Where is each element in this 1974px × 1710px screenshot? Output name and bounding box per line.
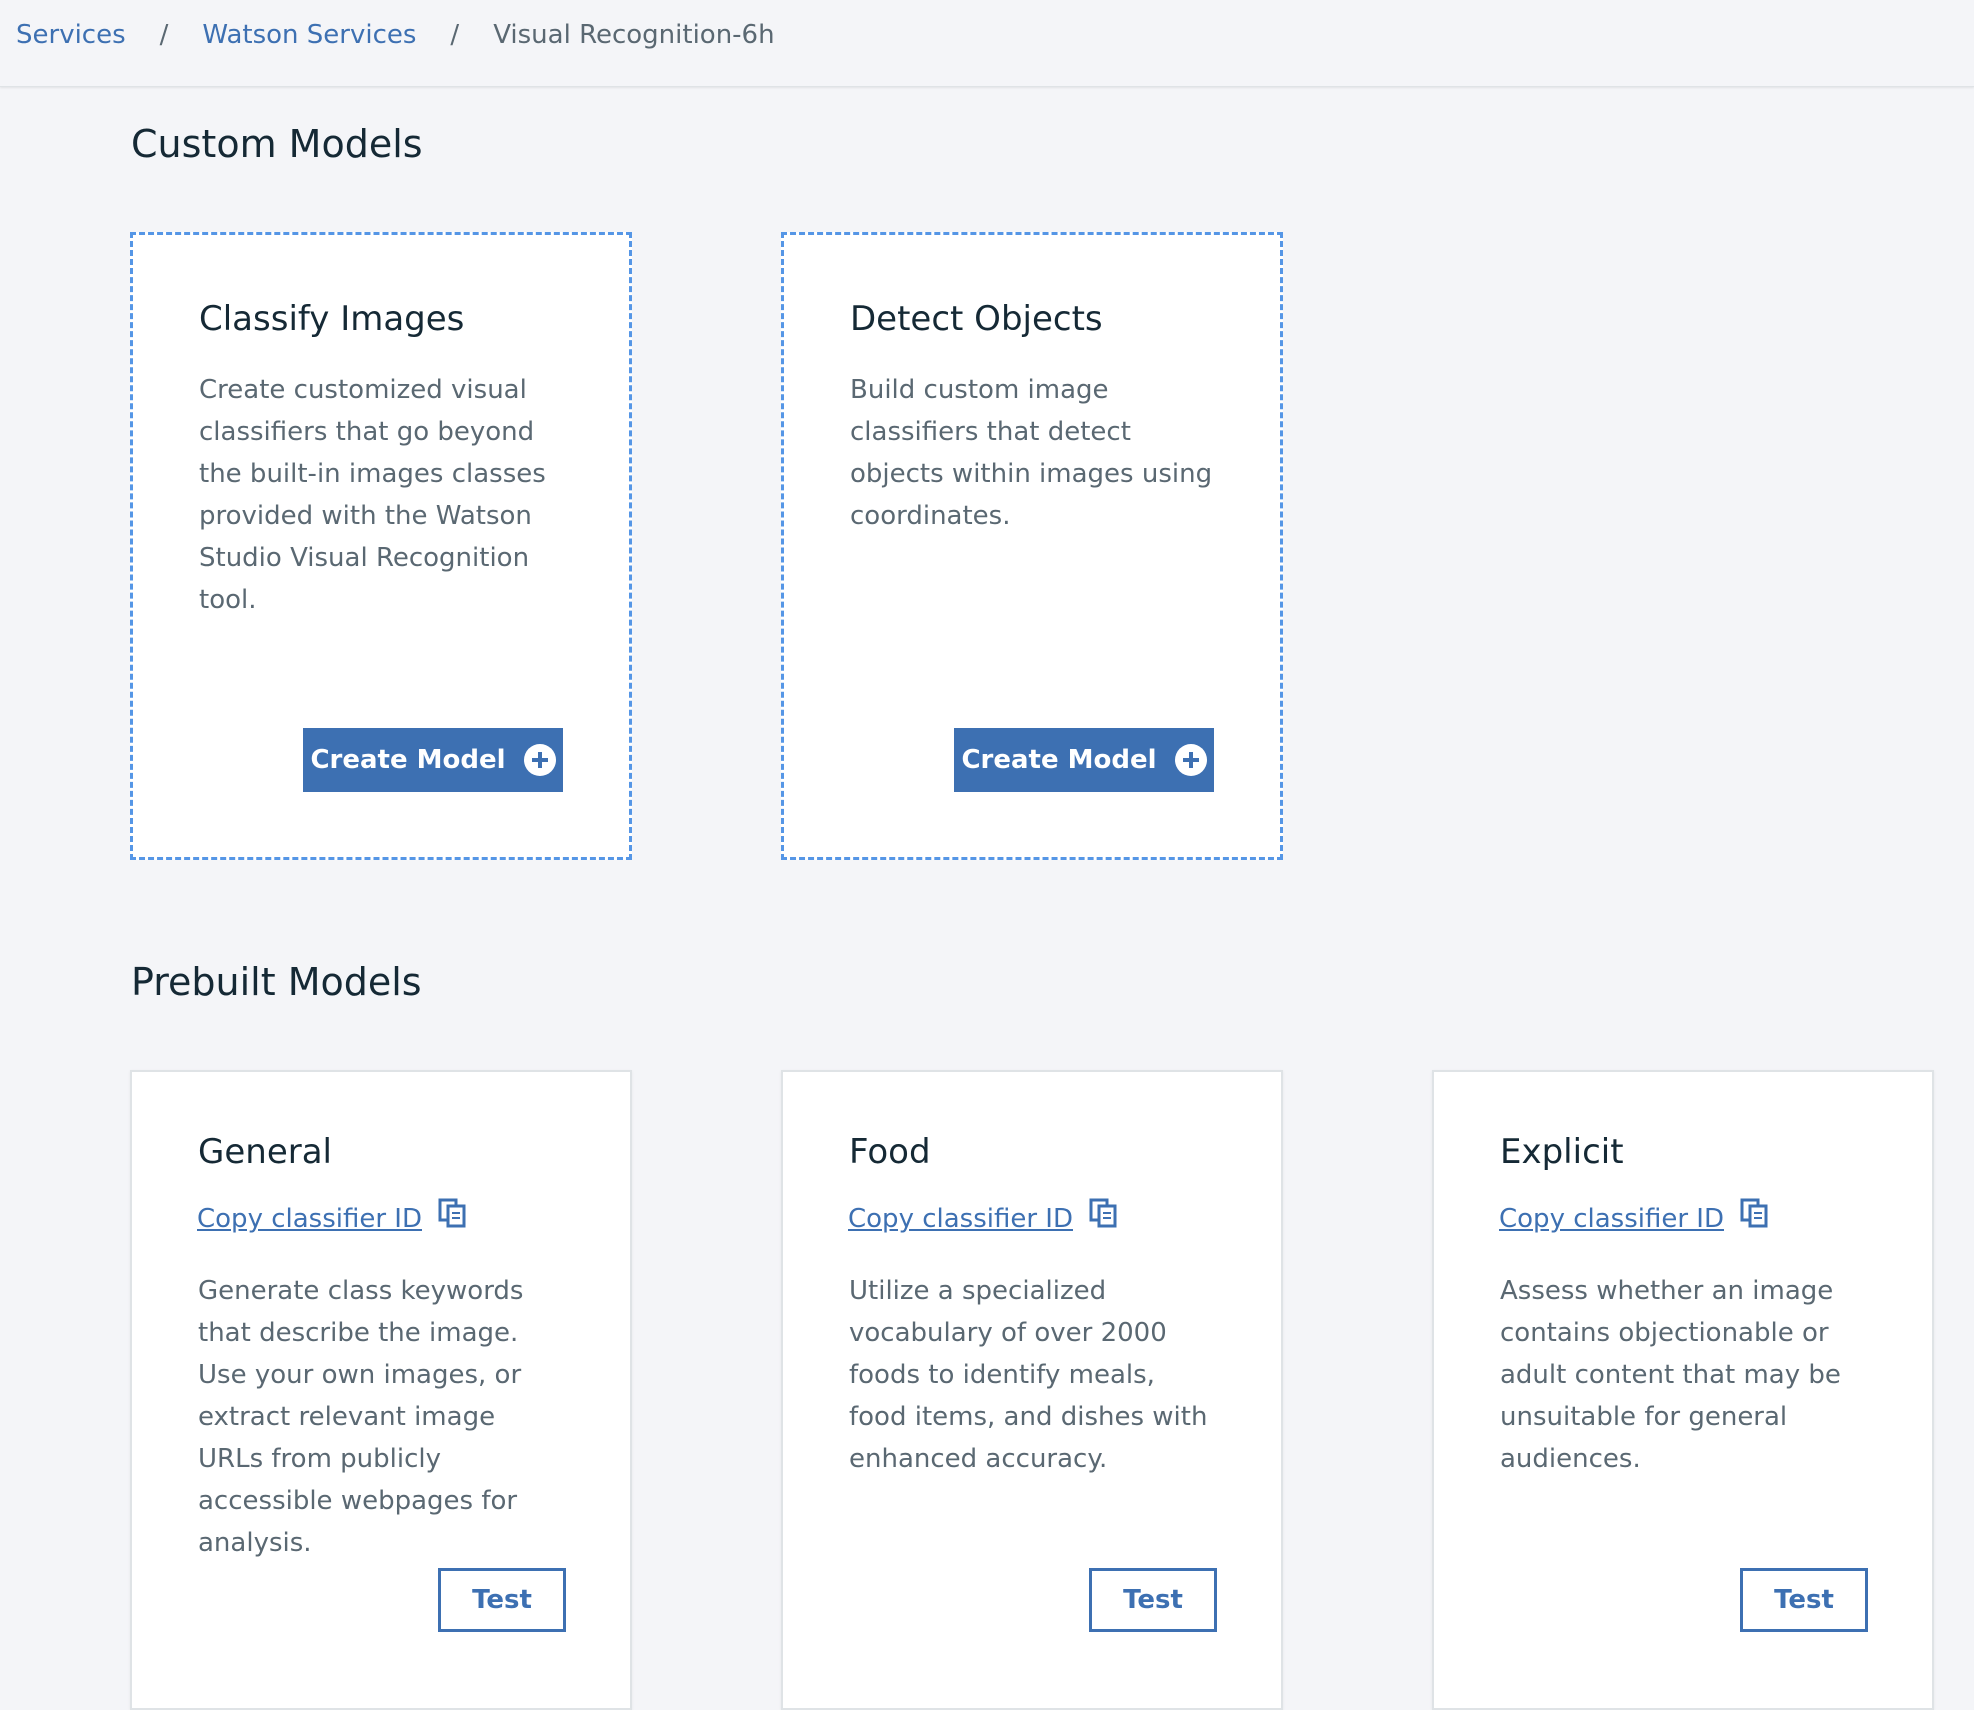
card-title: Food <box>849 1132 931 1172</box>
breadcrumb: Services / Watson Services / Visual Reco… <box>16 18 775 52</box>
prebuilt-model-card-general: General Copy classifier ID Generate clas… <box>130 1070 632 1710</box>
breadcrumb-separator: / <box>159 20 169 50</box>
copy-classifier-row: Copy classifier ID <box>197 1198 466 1236</box>
test-button-general[interactable]: Test <box>438 1568 566 1632</box>
card-description: Utilize a specialized vocabulary of over… <box>849 1276 1208 1474</box>
top-bar: Services / Watson Services / Visual Reco… <box>0 0 1974 87</box>
create-model-label: Create Model <box>310 745 506 775</box>
plus-circle-icon <box>1174 744 1207 776</box>
create-model-button-classify-images[interactable]: Create Model <box>303 728 563 792</box>
plus-circle-icon <box>523 744 556 776</box>
copy-classifier-id-link[interactable]: Copy classifier ID <box>848 1202 1073 1236</box>
card-description: Assess whether an image contains objecti… <box>1500 1276 1841 1474</box>
section-title-prebuilt-models: Prebuilt Models <box>131 960 422 1004</box>
card-description: Build custom image classifiers that dete… <box>850 375 1213 531</box>
create-model-label: Create Model <box>961 745 1157 775</box>
breadcrumb-link-services[interactable]: Services <box>16 18 126 52</box>
prebuilt-model-card-explicit: Explicit Copy classifier ID Assess wheth… <box>1432 1070 1934 1710</box>
custom-model-card-classify-images: Classify Images Create customized visual… <box>130 232 632 860</box>
card-title: Detect Objects <box>850 299 1103 339</box>
test-button-explicit[interactable]: Test <box>1740 1568 1868 1632</box>
breadcrumb-current: Visual Recognition-6h <box>493 20 775 50</box>
breadcrumb-link-watson-services[interactable]: Watson Services <box>202 18 416 52</box>
card-title: Classify Images <box>199 299 465 339</box>
custom-model-card-detect-objects: Detect Objects Build custom image classi… <box>781 232 1283 860</box>
copy-icon[interactable] <box>1740 1198 1768 1228</box>
copy-classifier-id-link[interactable]: Copy classifier ID <box>197 1202 422 1236</box>
prebuilt-model-card-food: Food Copy classifier ID Utilize a specia… <box>781 1070 1283 1710</box>
breadcrumb-separator: / <box>450 20 460 50</box>
card-title: General <box>198 1132 332 1172</box>
test-button-food[interactable]: Test <box>1089 1568 1217 1632</box>
section-title-custom-models: Custom Models <box>131 122 423 166</box>
copy-icon[interactable] <box>1089 1198 1117 1228</box>
card-description: Create customized visual classifiers tha… <box>199 375 546 615</box>
copy-classifier-row: Copy classifier ID <box>1499 1198 1768 1236</box>
copy-classifier-row: Copy classifier ID <box>848 1198 1117 1236</box>
copy-icon[interactable] <box>438 1198 466 1228</box>
card-description: Generate class keywords that describe th… <box>198 1276 524 1558</box>
card-title: Explicit <box>1500 1132 1624 1172</box>
copy-classifier-id-link[interactable]: Copy classifier ID <box>1499 1202 1724 1236</box>
create-model-button-detect-objects[interactable]: Create Model <box>954 728 1214 792</box>
